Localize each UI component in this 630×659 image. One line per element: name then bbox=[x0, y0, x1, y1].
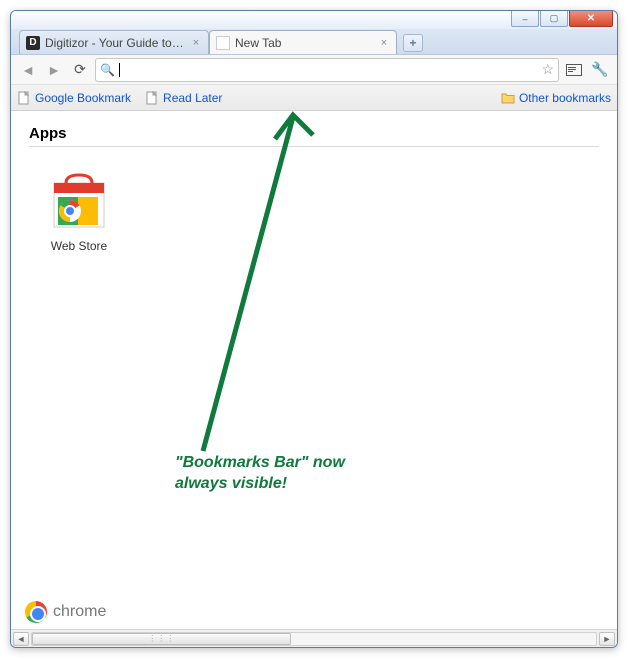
other-bookmarks[interactable]: Other bookmarks bbox=[501, 91, 611, 105]
minimize-button[interactable]: – bbox=[511, 11, 539, 27]
forward-button[interactable]: ► bbox=[43, 59, 65, 81]
apps-grid: Web Store bbox=[29, 147, 599, 253]
scroll-left-button[interactable]: ◄ bbox=[13, 632, 29, 646]
maximize-button[interactable]: ▢ bbox=[540, 11, 568, 27]
reload-button[interactable]: ⟳ bbox=[69, 59, 91, 81]
bookmark-google-bookmark[interactable]: Google Bookmark bbox=[17, 91, 131, 105]
bookmark-label: Read Later bbox=[163, 91, 222, 105]
tab-close-icon[interactable]: × bbox=[378, 37, 390, 49]
tab-title: New Tab bbox=[235, 36, 373, 50]
favicon-digitizor: D bbox=[26, 36, 40, 50]
page-menu-icon[interactable] bbox=[563, 59, 585, 81]
bookmark-star-icon[interactable]: ☆ bbox=[541, 61, 554, 78]
scroll-thumb[interactable]: ⋮⋮⋮ bbox=[32, 633, 291, 645]
page-content: Apps Web S bbox=[11, 111, 617, 629]
horizontal-scrollbar[interactable]: ◄ ⋮⋮⋮ ► bbox=[11, 629, 617, 647]
address-input[interactable] bbox=[124, 61, 537, 78]
annotation-text: "Bookmarks Bar" now always visible! bbox=[175, 453, 375, 495]
close-button[interactable]: ✕ bbox=[569, 11, 613, 27]
apps-heading: Apps bbox=[29, 125, 599, 147]
folder-icon bbox=[501, 91, 515, 105]
annotation-line2: always visible! bbox=[175, 474, 375, 495]
back-button[interactable]: ◄ bbox=[17, 59, 39, 81]
browser-window: – ▢ ✕ D Digitizor - Your Guide to ... × … bbox=[10, 10, 618, 648]
app-web-store[interactable]: Web Store bbox=[29, 173, 129, 253]
other-bookmarks-label: Other bookmarks bbox=[519, 91, 611, 105]
bookmark-read-later[interactable]: Read Later bbox=[145, 91, 222, 105]
app-label: Web Store bbox=[29, 239, 129, 253]
address-bar[interactable]: 🔍 ☆ bbox=[95, 58, 559, 82]
text-cursor bbox=[119, 63, 120, 77]
scroll-right-button[interactable]: ► bbox=[599, 632, 615, 646]
wrench-icon[interactable]: 🔧 bbox=[589, 59, 611, 81]
annotation-line1: "Bookmarks Bar" now bbox=[175, 453, 375, 474]
tab-close-icon[interactable]: × bbox=[190, 37, 202, 49]
titlebar: – ▢ ✕ bbox=[11, 11, 617, 29]
scroll-track[interactable]: ⋮⋮⋮ bbox=[31, 632, 597, 646]
bookmark-label: Google Bookmark bbox=[35, 91, 131, 105]
chrome-brand: chrome bbox=[25, 601, 106, 623]
page-icon bbox=[17, 91, 31, 105]
search-icon: 🔍 bbox=[100, 63, 115, 77]
tab-strip: D Digitizor - Your Guide to ... × New Ta… bbox=[11, 29, 617, 55]
tab-title: Digitizor - Your Guide to ... bbox=[45, 36, 185, 50]
page-icon bbox=[145, 91, 159, 105]
tab-digitizor[interactable]: D Digitizor - Your Guide to ... × bbox=[19, 30, 209, 54]
brand-text: chrome bbox=[53, 603, 106, 621]
new-tab-button[interactable]: + bbox=[403, 34, 423, 52]
bookmarks-bar: Google Bookmark Read Later Other bookmar… bbox=[11, 85, 617, 111]
chrome-logo-icon bbox=[25, 601, 47, 623]
web-store-icon bbox=[48, 173, 110, 229]
toolbar: ◄ ► ⟳ 🔍 ☆ 🔧 bbox=[11, 55, 617, 85]
tab-new-tab[interactable]: New Tab × bbox=[209, 30, 397, 54]
favicon-blank bbox=[216, 36, 230, 50]
